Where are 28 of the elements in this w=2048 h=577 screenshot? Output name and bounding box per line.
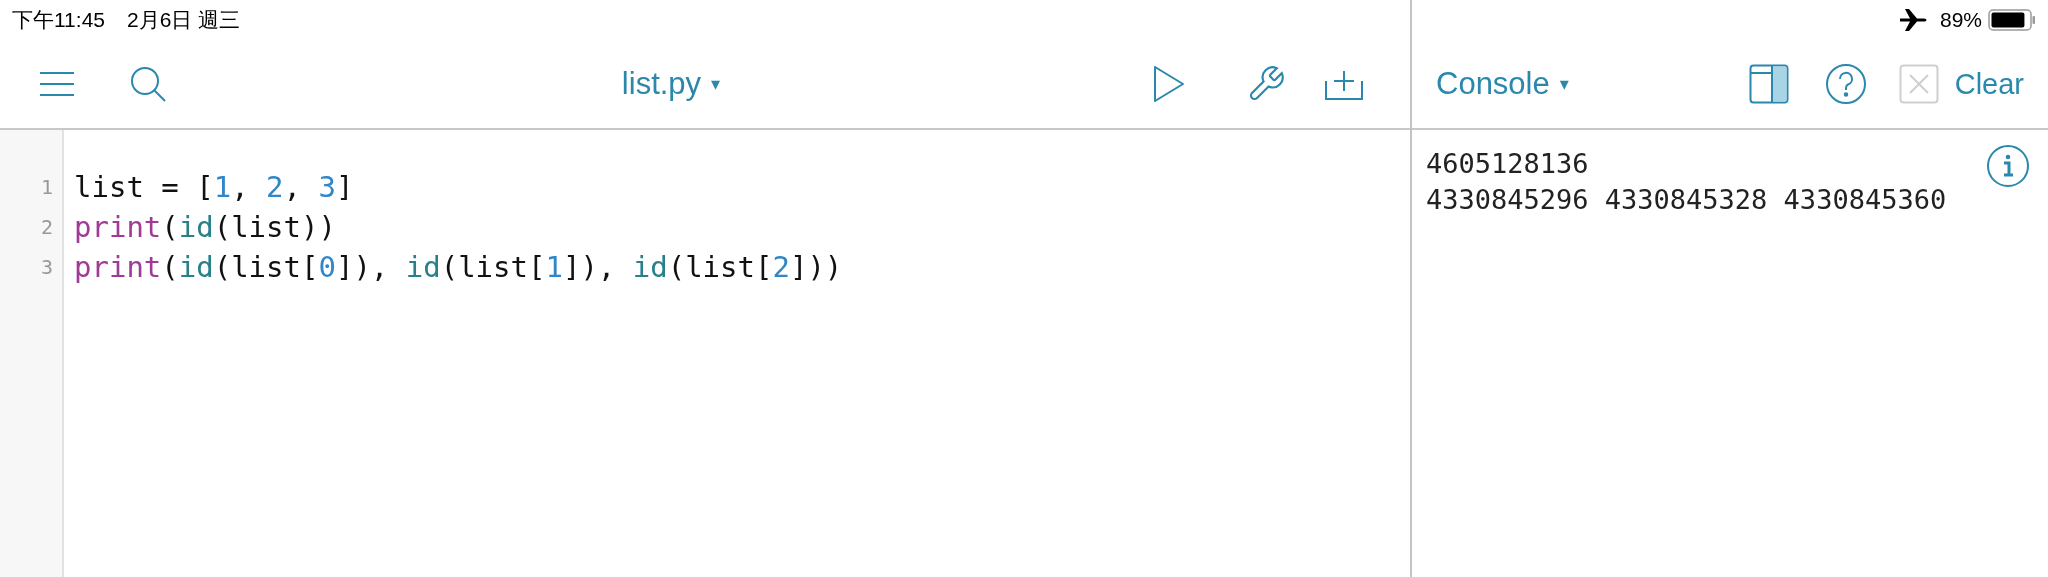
battery-icon (1988, 9, 2036, 31)
status-date: 2月6日 週三 (127, 7, 241, 33)
file-title[interactable]: list.py ▾ (621, 66, 721, 102)
split-panel-icon (1748, 64, 1789, 104)
split-view-button[interactable] (1748, 64, 1789, 104)
close-icon (1898, 64, 1939, 104)
code-line: print(id(list[0]), id(list[1]), id(list[2])) (74, 249, 843, 286)
menu-button[interactable] (38, 69, 76, 99)
console-output: 4330845296 4330845328 4330845360 (1426, 183, 1947, 217)
line-number: 3 (40, 254, 54, 281)
status-time: 下午11:45 (12, 7, 105, 33)
menu-icon (38, 69, 76, 99)
console-output: 4605128136 (1426, 147, 1589, 181)
play-icon (1152, 64, 1186, 104)
battery-percent: 89% (1939, 8, 1982, 32)
info-icon (1986, 144, 2030, 188)
clear-button[interactable]: Clear (1954, 67, 2024, 101)
console-title[interactable]: Console ▾ (1436, 66, 1569, 102)
help-icon (1824, 63, 1867, 105)
help-button[interactable] (1824, 63, 1867, 105)
line-number: 1 (40, 174, 54, 201)
code-line: list = [1, 2, 3] (74, 169, 355, 206)
code-line: print(id(list)) (74, 209, 337, 246)
search-icon (128, 64, 168, 104)
run-button[interactable] (1152, 64, 1186, 104)
airplane-icon (1899, 8, 1928, 32)
search-button[interactable] (128, 64, 168, 104)
line-number: 2 (40, 214, 54, 241)
